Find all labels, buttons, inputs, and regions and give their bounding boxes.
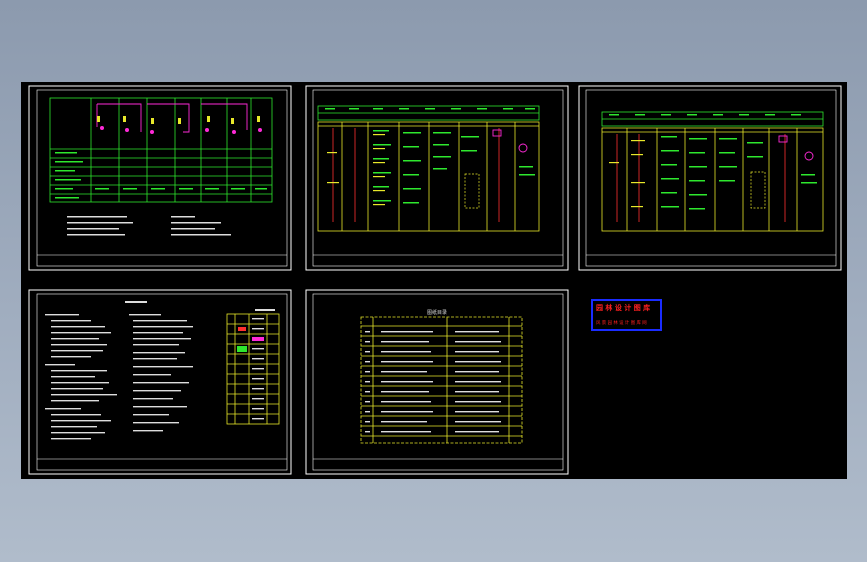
- stamp-line-2: 风 景 园 林 设 计 图 库 网: [596, 319, 647, 326]
- cad-viewport[interactable]: 图纸目录 园 林 设 计 图 库 风 景 园 林 设 计 图 库 网: [21, 82, 847, 479]
- drawing-index-title: 图纸目录: [427, 309, 447, 316]
- cad-drawing-canvas[interactable]: 图纸目录 园 林 设 计 图 库 风 景 园 林 设 计 图 库 网: [21, 82, 847, 479]
- legend-table: [226, 309, 280, 425]
- stamp-line-1: 园 林 设 计 图 库: [596, 303, 650, 312]
- notes-left-column: [45, 314, 117, 440]
- sheet-distribution-schedule-2[interactable]: [578, 85, 842, 271]
- sheet-single-line-diagram[interactable]: [28, 85, 292, 271]
- drawing-index-rows: [361, 331, 522, 437]
- sheet-design-notes[interactable]: [28, 289, 292, 475]
- watermark-stamp: 园 林 设 计 图 库 风 景 园 林 设 计 图 库 网: [591, 299, 662, 331]
- notes-right-column: [129, 314, 193, 432]
- sheet-drawing-index[interactable]: 图纸目录: [305, 289, 569, 475]
- sheet-distribution-schedule[interactable]: [305, 85, 569, 271]
